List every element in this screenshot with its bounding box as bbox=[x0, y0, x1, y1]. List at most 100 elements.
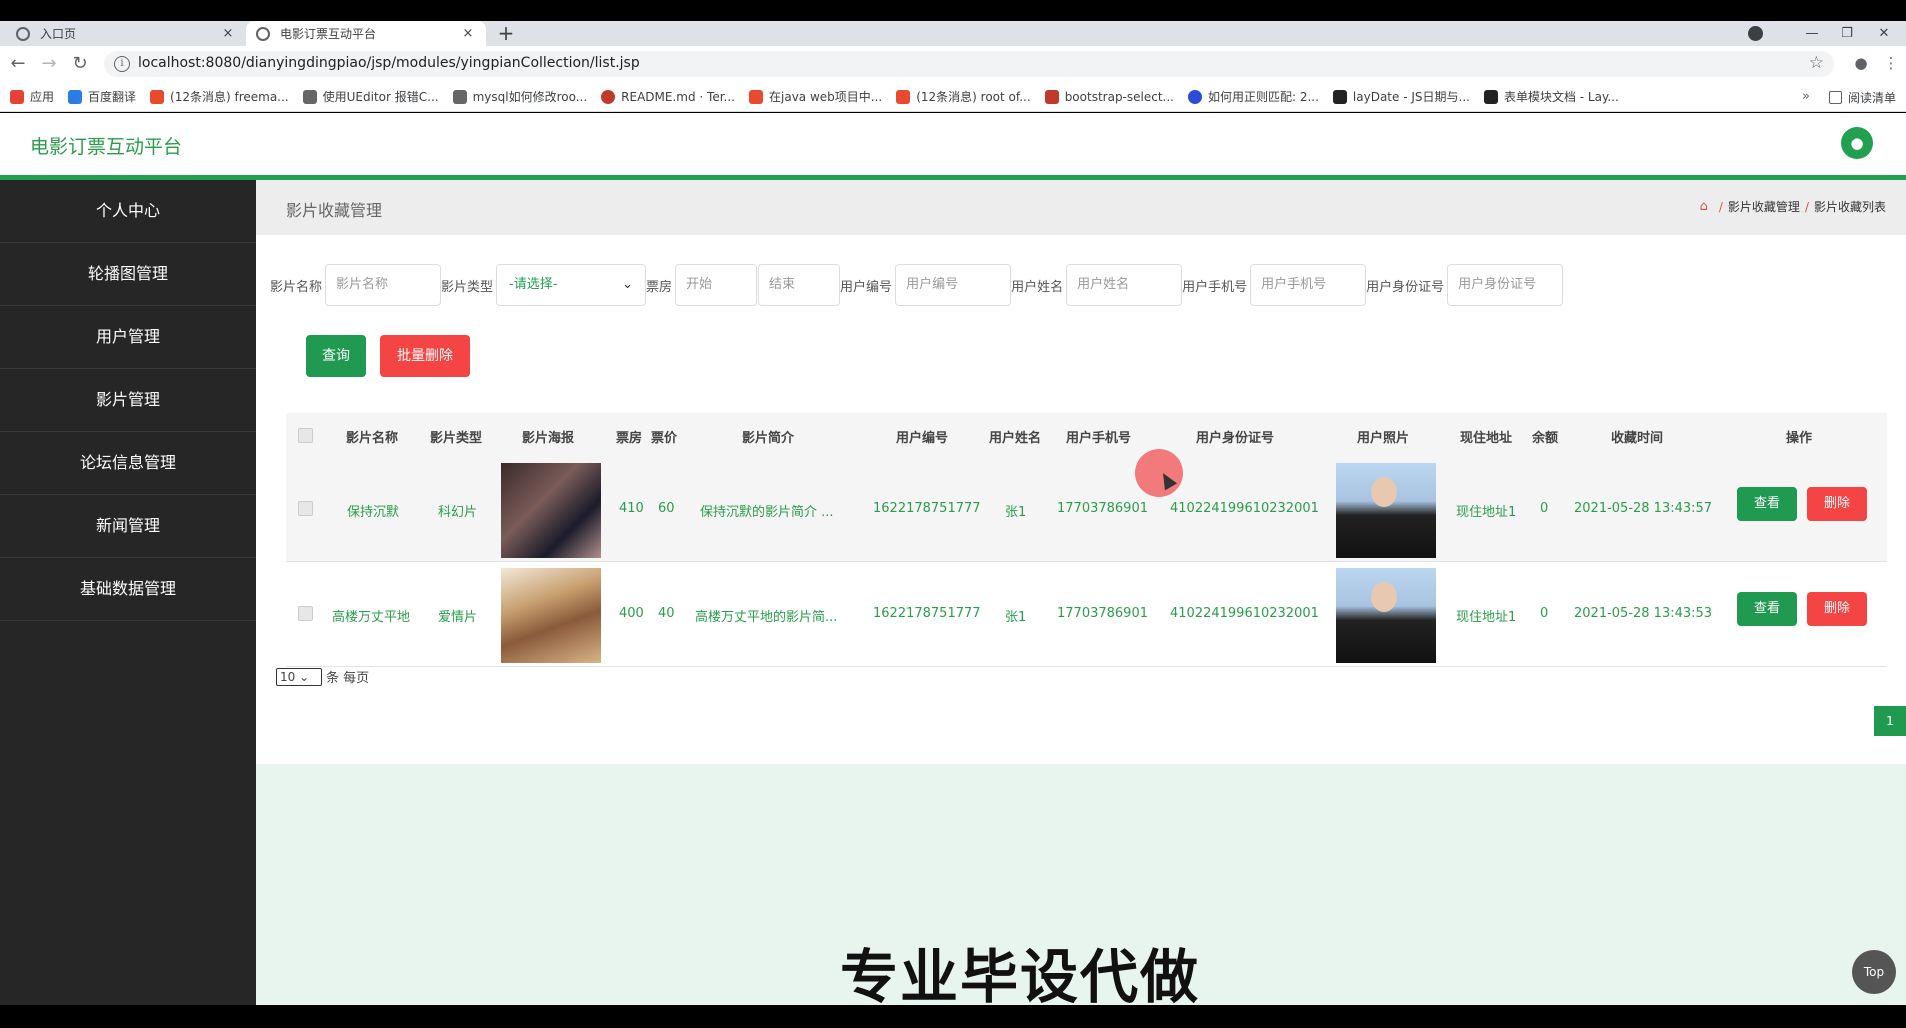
user-icon[interactable]: ● bbox=[1841, 127, 1873, 159]
browser-tab-platform[interactable]: 电影订票互动平台 × bbox=[246, 21, 486, 46]
collection-table: 影片名称 影片类型 影片海报 票房 票价 影片简介 用户编号 用户姓名 用户手机… bbox=[286, 413, 1887, 667]
restore-icon[interactable]: ❐ bbox=[1827, 21, 1867, 46]
delete-button[interactable]: 删除 bbox=[1807, 592, 1867, 626]
bookmark-item[interactable]: 在java web项目中... bbox=[749, 88, 882, 105]
bookmark-item[interactable]: bootstrap-select... bbox=[1044, 89, 1174, 104]
sidebar-item-base-data[interactable]: 基础数据管理 bbox=[0, 558, 256, 621]
page-header: 影片收藏管理 ⌂ / 影片收藏管理 / 影片收藏列表 bbox=[256, 180, 1906, 235]
page-size-value: 10 bbox=[280, 669, 296, 684]
intro-cell: 保持沉默的影片简介 ... bbox=[700, 505, 834, 520]
browser-tab-strip: 入口页 × 电影订票互动平台 × bbox=[0, 21, 1906, 46]
user-name-label: 用户姓名 bbox=[1011, 279, 1064, 295]
row-checkbox[interactable] bbox=[298, 606, 313, 621]
bookmark-item[interactable]: (12条消息) root of... bbox=[896, 88, 1031, 105]
url-field[interactable]: i localhost:8080/dianyingdingpiao/jsp/mo… bbox=[104, 51, 1834, 77]
box-office-start-input[interactable]: 开始 bbox=[675, 264, 758, 306]
page-size-select[interactable]: 10 ⌄ bbox=[276, 667, 322, 686]
bookmark-label: 应用 bbox=[30, 90, 55, 104]
view-button[interactable]: 查看 bbox=[1737, 487, 1797, 521]
balance-cell: 0 bbox=[1540, 501, 1549, 516]
main-area: 影片收藏管理 ⌂ / 影片收藏管理 / 影片收藏列表 影片名称 影片名称 影片类… bbox=[256, 180, 1906, 1005]
table-row: 保持沉默 科幻片 410 60 保持沉默的影片简介 ... 1622178751… bbox=[286, 457, 1887, 562]
screen-top-bar bbox=[0, 0, 1906, 21]
sidebar-item-movies[interactable]: 影片管理 bbox=[0, 369, 256, 432]
forward-arrow-icon[interactable]: → bbox=[37, 52, 61, 76]
table-row: 高楼万丈平地 爱情片 400 40 高楼万丈平地的影片简... 16221787… bbox=[286, 562, 1887, 667]
sidebar-item-forum[interactable]: 论坛信息管理 bbox=[0, 432, 256, 495]
home-icon[interactable]: ⌂ bbox=[1700, 199, 1708, 214]
phone-cell: 17703786901 bbox=[1057, 606, 1148, 621]
user-phone-input[interactable]: 用户手机号 bbox=[1250, 264, 1367, 306]
profile-icon[interactable]: ● bbox=[1850, 54, 1872, 76]
user-no-input[interactable]: 用户编号 bbox=[895, 264, 1012, 306]
user-photo-image bbox=[1336, 463, 1436, 558]
user-name-cell: 张1 bbox=[1005, 610, 1027, 625]
pagination-page-button[interactable]: 1 bbox=[1874, 706, 1906, 736]
user-photo-image bbox=[1336, 568, 1436, 663]
window-close-icon[interactable]: ✕ bbox=[1864, 21, 1904, 46]
close-icon[interactable]: × bbox=[220, 26, 236, 41]
back-arrow-icon[interactable]: ← bbox=[6, 52, 30, 76]
breadcrumb-item[interactable]: 影片收藏管理 bbox=[1728, 198, 1800, 215]
user-phone-label: 用户手机号 bbox=[1182, 279, 1248, 295]
app-header: 电影订票互动平台 ● bbox=[0, 113, 1906, 175]
bookmarks-more-icon[interactable]: » bbox=[1802, 89, 1810, 104]
batch-delete-button[interactable]: 批量删除 bbox=[380, 335, 470, 377]
movie-type-select[interactable]: -请选择- ⌄ bbox=[496, 264, 647, 306]
bookmark-item[interactable]: (12条消息) freema... bbox=[150, 88, 289, 105]
breadcrumb-item-current: 影片收藏列表 bbox=[1813, 200, 1886, 214]
bookmark-item[interactable]: layDate - JS日期与... bbox=[1332, 88, 1470, 105]
bookmark-item[interactable]: README.md · Ter... bbox=[601, 89, 735, 104]
bookmark-item[interactable]: 应用 bbox=[10, 88, 54, 105]
box-office-end-input[interactable]: 结束 bbox=[758, 264, 841, 306]
box-office-label: 票房 bbox=[646, 279, 673, 295]
select-all-checkbox[interactable] bbox=[298, 428, 313, 443]
sidebar-item-carousel[interactable]: 轮播图管理 bbox=[0, 243, 256, 306]
phone-cell: 17703786901 bbox=[1057, 501, 1148, 516]
header-cell: 票房 bbox=[616, 431, 643, 446]
reading-list-button[interactable]: 阅读清单 bbox=[1828, 89, 1896, 106]
movie-type-label: 影片类型 bbox=[441, 279, 494, 295]
balance-cell: 0 bbox=[1540, 606, 1549, 621]
header-cell: 影片类型 bbox=[430, 431, 483, 446]
reload-icon[interactable]: ↻ bbox=[68, 52, 92, 76]
header-cell: 现住地址 bbox=[1460, 431, 1513, 446]
baidu-translate-icon bbox=[68, 89, 83, 104]
user-photo-face bbox=[1371, 582, 1397, 612]
delete-button[interactable]: 删除 bbox=[1807, 487, 1867, 521]
close-icon[interactable]: × bbox=[460, 26, 476, 41]
row-checkbox[interactable] bbox=[298, 501, 313, 516]
chevron-down-icon: ⌄ bbox=[622, 277, 634, 292]
page-size-control: 10 ⌄ 条 每页 bbox=[276, 667, 369, 686]
browser-tab-entry[interactable]: 入口页 × bbox=[6, 21, 246, 46]
minimize-icon[interactable]: — bbox=[1792, 21, 1832, 46]
content-panel: 影片名称 影片名称 影片类型 -请选择- ⌄ 票房 开始 结束 用户编号 用户编号… bbox=[256, 235, 1906, 764]
bookmark-label: 如何用正则匹配: 2... bbox=[1207, 90, 1319, 104]
app-title: 电影订票互动平台 bbox=[30, 136, 183, 158]
bookmark-label: 表单模块文档 - Lay... bbox=[1503, 90, 1619, 104]
bookmark-item[interactable]: 如何用正则匹配: 2... bbox=[1187, 88, 1319, 105]
movie-name-input[interactable]: 影片名称 bbox=[325, 264, 442, 306]
user-idcard-input[interactable]: 用户身份证号 bbox=[1447, 264, 1564, 306]
back-to-top-button[interactable]: Top bbox=[1852, 950, 1896, 994]
sidebar-item-users[interactable]: 用户管理 bbox=[0, 306, 256, 369]
tab-search-icon[interactable] bbox=[1748, 26, 1763, 41]
bookmark-item[interactable]: 百度翻译 bbox=[68, 88, 136, 105]
table-header: 影片名称 影片类型 影片海报 票房 票价 影片简介 用户编号 用户姓名 用户手机… bbox=[286, 413, 1887, 457]
sidebar-item-personal-center[interactable]: 个人中心 bbox=[0, 180, 256, 243]
user-name-cell: 张1 bbox=[1005, 505, 1027, 520]
query-button[interactable]: 查询 bbox=[306, 335, 366, 377]
bookmark-item[interactable]: 表单模块文档 - Lay... bbox=[1483, 88, 1619, 105]
bookmark-star-icon[interactable]: ☆ bbox=[1809, 53, 1824, 73]
breadcrumb-separator: / bbox=[1804, 199, 1809, 214]
bookmark-label: (12条消息) root of... bbox=[916, 90, 1031, 104]
menu-kebab-icon[interactable]: ⋮ bbox=[1880, 54, 1902, 76]
gitee-icon bbox=[601, 89, 616, 104]
site-info-icon[interactable]: i bbox=[114, 56, 130, 72]
bookmark-item[interactable]: 使用UEditor 报错C... bbox=[302, 88, 439, 105]
sidebar-item-news[interactable]: 新闻管理 bbox=[0, 495, 256, 558]
user-name-input[interactable]: 用户姓名 bbox=[1066, 264, 1183, 306]
bookmark-item[interactable]: mysql如何修改roo... bbox=[452, 88, 587, 105]
new-tab-button[interactable]: + bbox=[495, 21, 517, 46]
view-button[interactable]: 查看 bbox=[1737, 592, 1797, 626]
